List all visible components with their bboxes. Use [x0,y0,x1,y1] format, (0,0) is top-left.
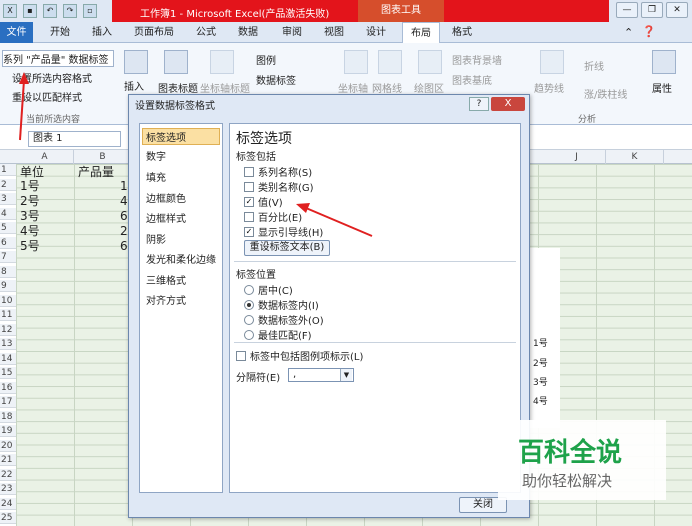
annotation-arrowhead [296,203,310,213]
watermark-subtitle: 助你轻松解决 [522,472,613,490]
watermark-title: 百科全说 [518,438,623,468]
annotation-arrowhead [19,72,29,84]
annotation-arrow [305,207,373,237]
annotation-arrow [19,79,25,141]
